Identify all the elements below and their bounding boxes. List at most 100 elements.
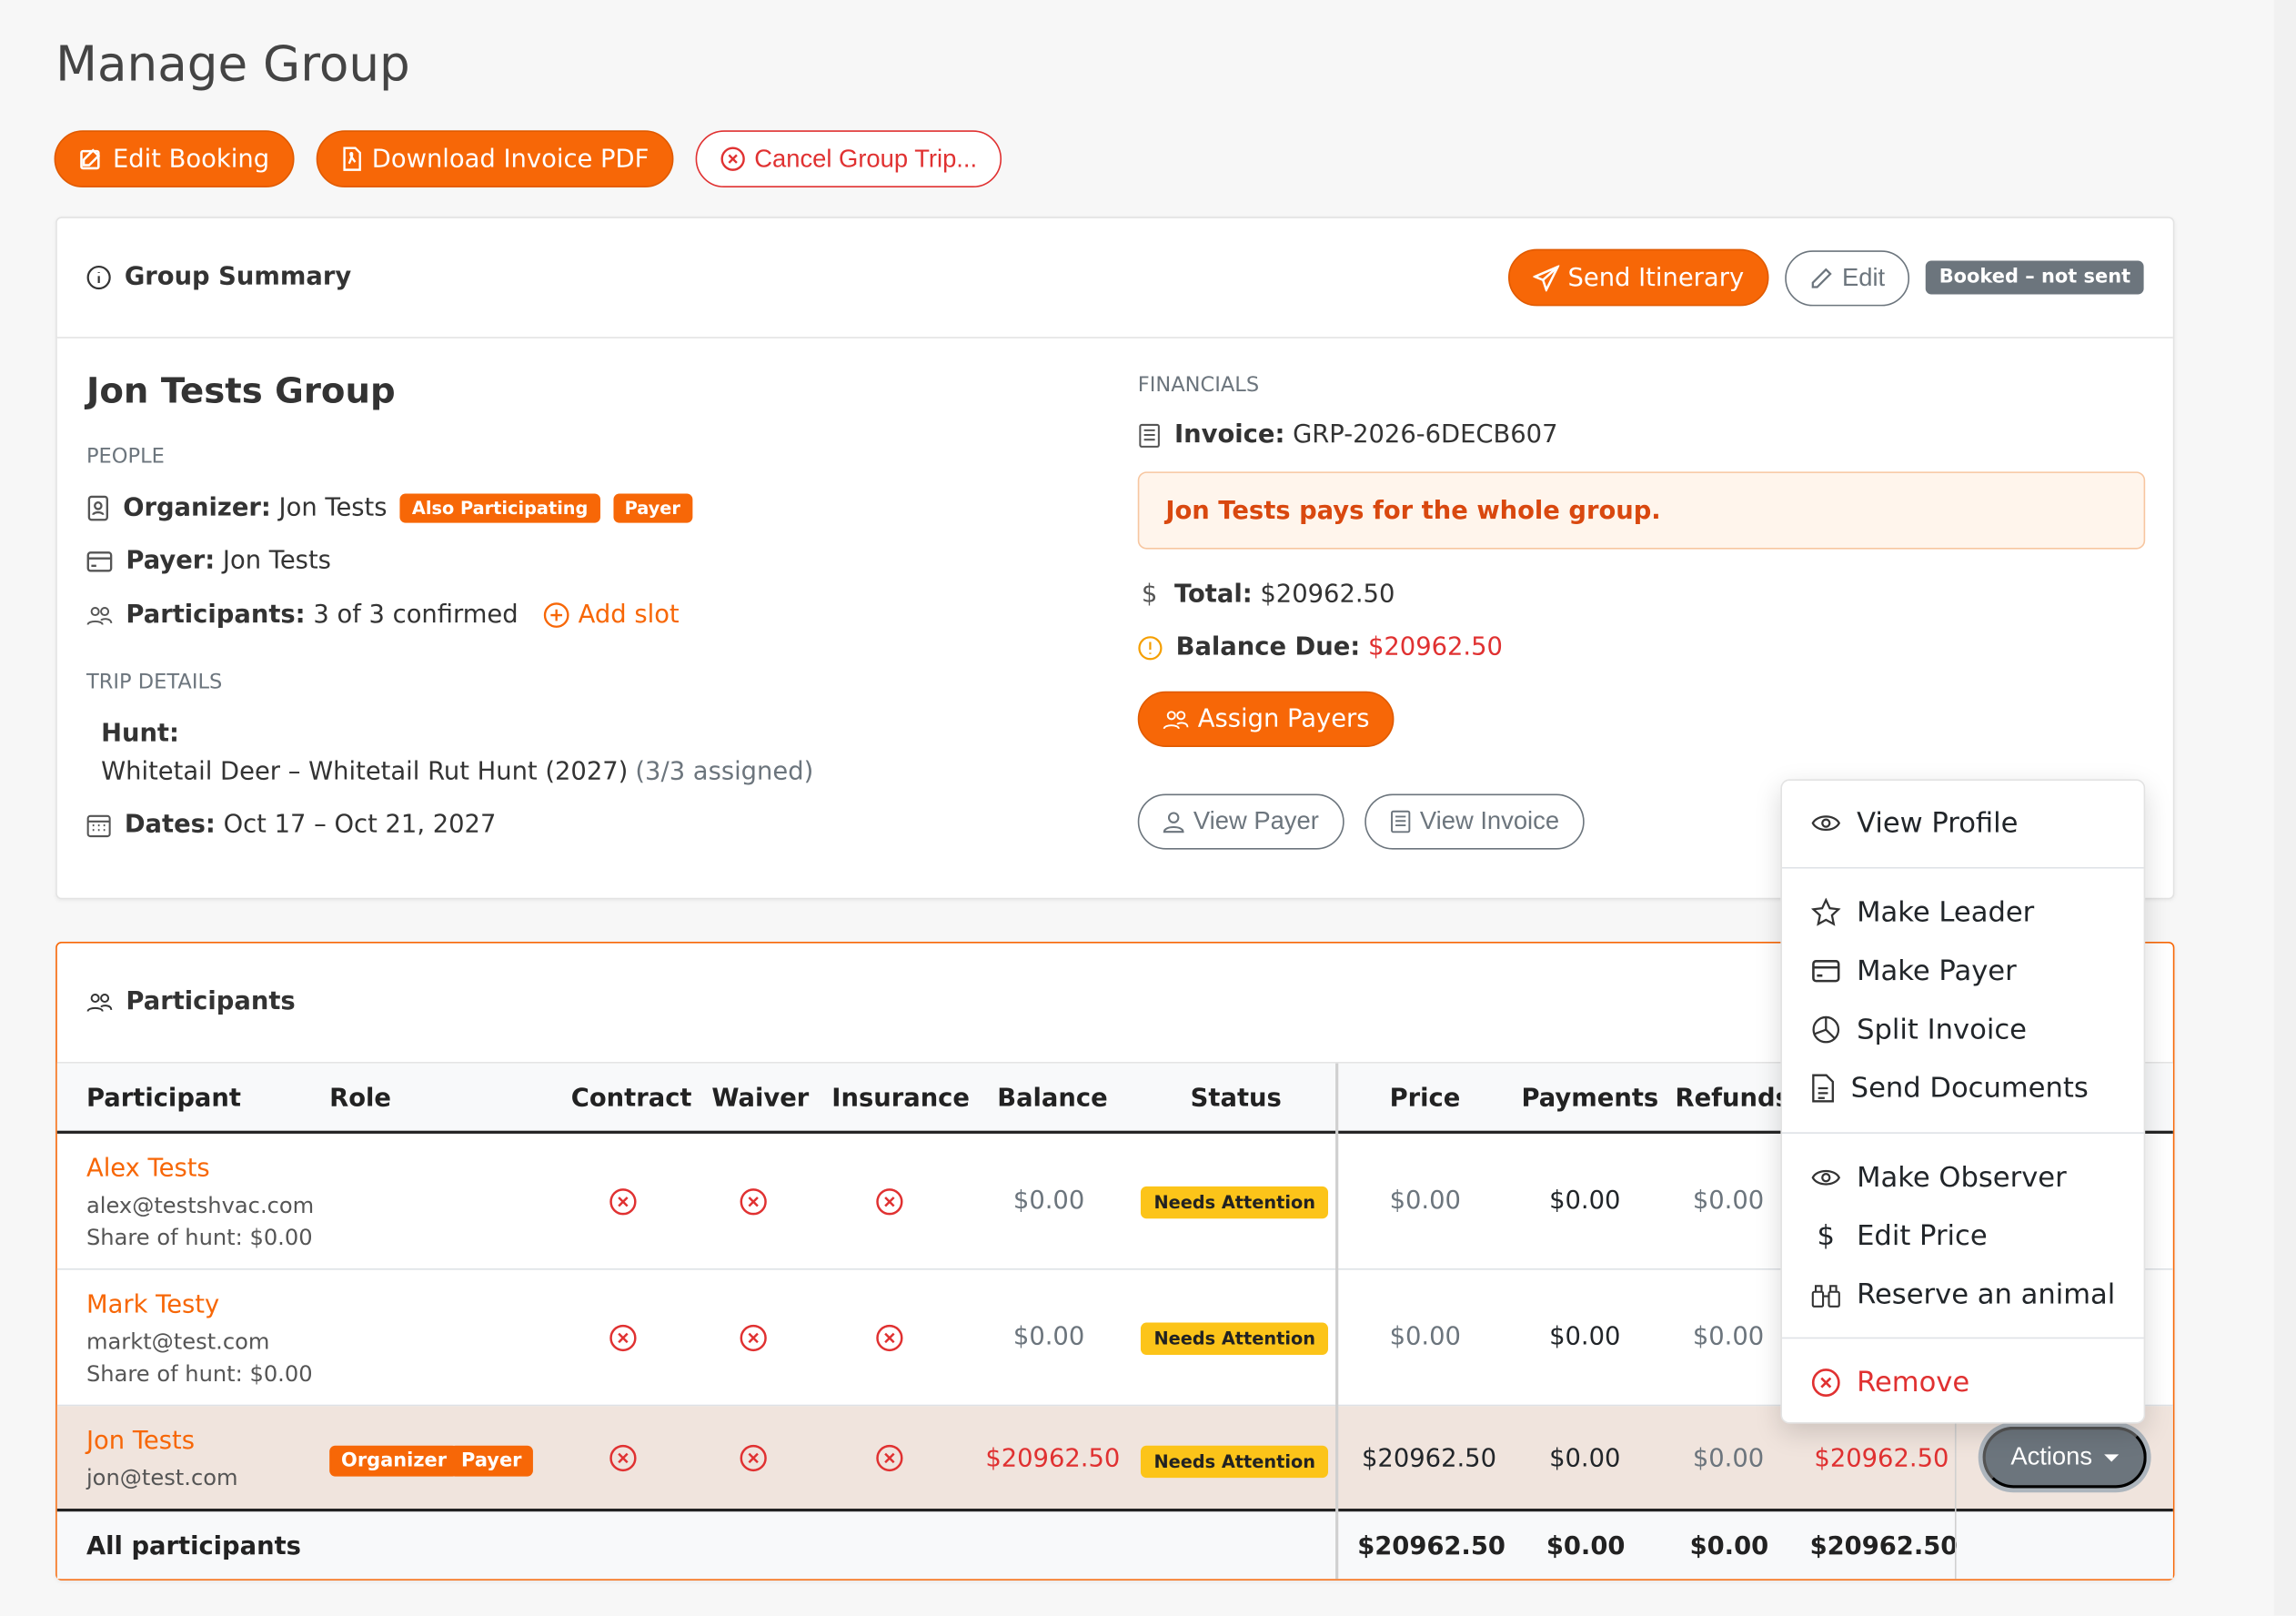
col-contract[interactable]: Contract	[571, 1084, 692, 1113]
pdf-file-icon	[343, 146, 361, 171]
menu-item-send-documents[interactable]: Send Documents	[1811, 1072, 2089, 1105]
col-waiver[interactable]: Waiver	[711, 1084, 809, 1113]
balance-value: $20962.50	[985, 1444, 1121, 1474]
footer-due: $20962.50	[1809, 1531, 1959, 1561]
menu-divider	[1782, 1337, 2144, 1339]
menu-item-edit-price[interactable]: $ Edit Price	[1811, 1220, 1988, 1252]
binoculars-icon	[1811, 1285, 1840, 1308]
status-badge: Needs Attention	[1140, 1186, 1329, 1219]
payments-value: $0.00	[1549, 1322, 1621, 1352]
due-value: $20962.50	[1814, 1444, 1949, 1474]
people-icon	[1163, 710, 1189, 729]
col-role[interactable]: Role	[329, 1084, 391, 1113]
status-badge: Needs Attention	[1140, 1445, 1329, 1479]
warning-circle-icon	[1138, 635, 1163, 660]
edit-booking-button[interactable]: Edit Booking	[54, 130, 295, 188]
download-invoice-label: Download Invoice PDF	[371, 144, 650, 174]
role-payer-badge: Payer	[449, 1445, 534, 1477]
total-label: Total:	[1173, 580, 1253, 610]
col-refunds[interactable]: Refunds	[1675, 1084, 1789, 1113]
total-line: $ Total: $20962.50	[1138, 580, 1395, 609]
view-invoice-button[interactable]: View Invoice	[1364, 793, 1585, 850]
view-payer-button[interactable]: View Payer	[1137, 793, 1344, 850]
dates-value: Oct 17 – Oct 21, 2027	[223, 810, 497, 840]
invoice-label: Invoice:	[1173, 419, 1285, 450]
refunds-value: $0.00	[1692, 1186, 1765, 1217]
add-slot-link[interactable]: Add slot	[543, 601, 680, 630]
actions-dropdown-menu: View Profile Make Leader Make Payer Spli…	[1780, 779, 2146, 1424]
edit-summary-button[interactable]: Edit	[1785, 249, 1910, 306]
row-actions-button[interactable]: Actions	[1982, 1426, 2147, 1489]
column-divider	[1335, 1063, 1339, 1580]
menu-item-make-payer[interactable]: Make Payer	[1811, 955, 2017, 987]
person-icon	[1163, 811, 1184, 833]
balance-due-label: Balance Due:	[1175, 632, 1361, 662]
cancel-group-trip-button[interactable]: Cancel Group Trip...	[695, 130, 1002, 188]
col-status[interactable]: Status	[1191, 1084, 1282, 1113]
col-participant[interactable]: Participant	[86, 1084, 241, 1113]
participants-value: 3 of 3 confirmed	[313, 600, 519, 631]
x-circle-icon	[740, 1324, 767, 1352]
page-scrollbar[interactable]	[2273, 0, 2296, 1616]
organizer-value: Jon Tests	[278, 493, 388, 523]
organizer-payer-badge: Payer	[612, 493, 692, 523]
balance-value: $0.00	[1012, 1322, 1085, 1352]
menu-item-split-invoice[interactable]: Split Invoice	[1811, 1014, 2027, 1045]
assign-payers-button[interactable]: Assign Payers	[1137, 691, 1395, 747]
person-badge-icon	[87, 495, 108, 521]
table-footer-row: All participants $20962.50 $0.00 $0.00 $…	[56, 1508, 2173, 1580]
footer-label: All participants	[86, 1531, 301, 1561]
row-actions-label: Actions	[2010, 1442, 2093, 1471]
invoice-line: Invoice: GRP-2026-6DECB607	[1138, 419, 1557, 450]
menu-item-make-observer[interactable]: Make Observer	[1811, 1161, 2067, 1194]
refunds-value: $0.00	[1692, 1444, 1765, 1474]
x-circle-icon	[876, 1324, 903, 1352]
x-circle-icon	[876, 1444, 903, 1472]
plus-circle-icon	[543, 602, 569, 628]
participant-email: markt@test.com	[86, 1328, 270, 1355]
col-balance[interactable]: Balance	[997, 1084, 1107, 1113]
edit-booking-label: Edit Booking	[112, 144, 270, 174]
price-value: $20962.50	[1362, 1444, 1497, 1474]
payer-line: Payer: Jon Tests	[86, 546, 331, 576]
participant-name-link[interactable]: Mark Testy	[86, 1290, 219, 1319]
menu-divider	[1782, 1132, 2144, 1134]
x-circle-icon	[740, 1188, 767, 1216]
footer-price: $20962.50	[1357, 1531, 1505, 1561]
menu-item-remove[interactable]: Remove	[1811, 1367, 1969, 1399]
group-summary-header: Group Summary Send Itinerary Edit Booked…	[56, 218, 2173, 338]
pencil-icon	[1811, 267, 1832, 288]
eye-icon	[1811, 815, 1841, 832]
participant-name-link[interactable]: Alex Tests	[86, 1154, 210, 1183]
send-icon	[1532, 264, 1559, 291]
total-value: $20962.50	[1260, 580, 1395, 610]
col-insurance[interactable]: Insurance	[831, 1084, 970, 1113]
refunds-value: $0.00	[1692, 1322, 1765, 1352]
footer-payments: $0.00	[1546, 1531, 1626, 1561]
role-organizer-badge: Organizer	[329, 1445, 458, 1477]
booking-status-badge: Booked – not sent	[1926, 260, 2144, 295]
people-label: PEOPLE	[86, 445, 165, 470]
send-itinerary-button[interactable]: Send Itinerary	[1507, 248, 1769, 307]
participant-name-link[interactable]: Jon Tests	[86, 1427, 195, 1456]
menu-item-make-leader[interactable]: Make Leader	[1811, 896, 2034, 929]
document-icon	[1812, 1074, 1834, 1103]
participants-line: Participants: 3 of 3 confirmed Add slot	[86, 601, 680, 630]
credit-card-icon	[86, 550, 113, 571]
col-payments[interactable]: Payments	[1521, 1084, 1658, 1113]
dollar-icon: $	[1141, 580, 1158, 610]
participants-title: Participants	[126, 986, 296, 1017]
x-circle-icon	[609, 1188, 637, 1216]
col-price[interactable]: Price	[1390, 1084, 1461, 1113]
menu-item-view-profile[interactable]: View Profile	[1811, 807, 2019, 839]
balance-value: $0.00	[1012, 1186, 1085, 1217]
caret-down-icon	[2103, 1453, 2120, 1461]
download-invoice-button[interactable]: Download Invoice PDF	[316, 130, 674, 188]
calendar-icon	[86, 813, 111, 837]
hunt-value: Whitetail Deer – Whitetail Rut Hunt (202…	[101, 757, 629, 787]
menu-item-reserve-animal[interactable]: Reserve an animal	[1811, 1278, 2115, 1311]
hunt-value-line: Whitetail Deer – Whitetail Rut Hunt (202…	[101, 757, 813, 786]
x-circle-icon	[609, 1324, 637, 1352]
price-value: $0.00	[1389, 1186, 1461, 1217]
participant-share: Share of hunt: $0.00	[86, 1360, 313, 1388]
